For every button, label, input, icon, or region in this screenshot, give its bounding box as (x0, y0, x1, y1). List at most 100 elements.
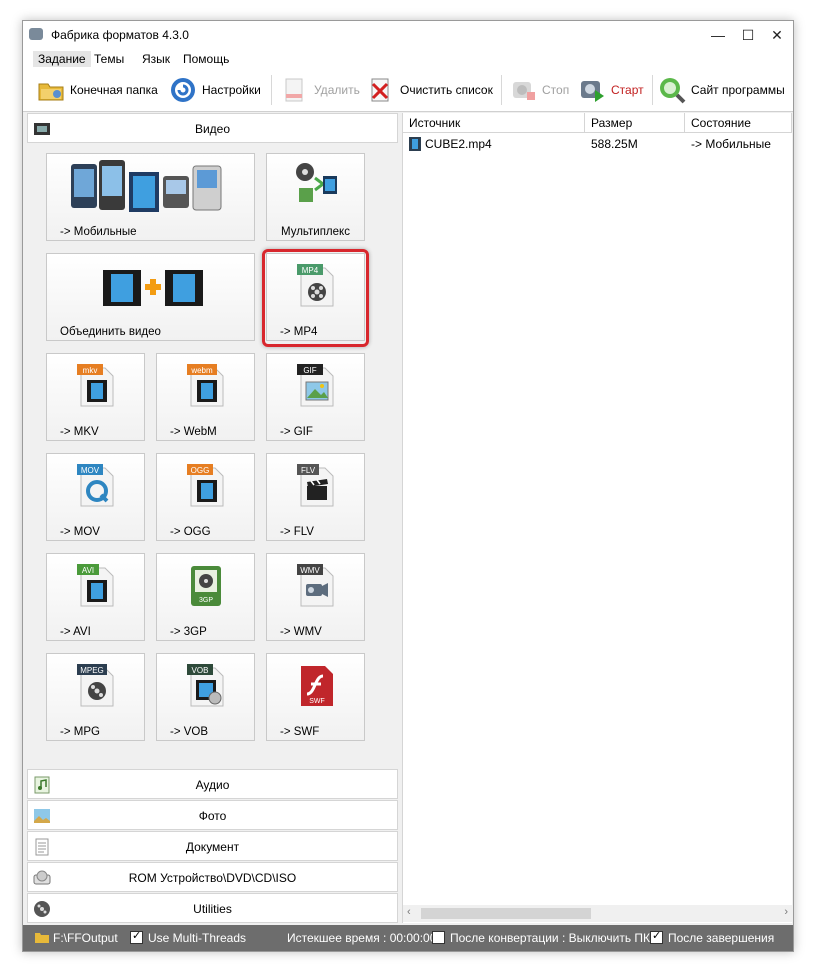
tile-mobile[interactable]: -> Мобильные (46, 153, 255, 241)
tile-mpg-label: -> MPG (60, 726, 100, 738)
3gp-badge: 3GP (199, 597, 213, 604)
maximize-button[interactable]: ☐ (733, 21, 763, 49)
tile-gif-label: -> GIF (280, 426, 313, 438)
file-list-panel: Источник Размер Состояние CUBE2.mp4 588.… (402, 113, 792, 923)
output-folder-label: Конечная папка (70, 83, 158, 97)
minimize-button[interactable]: — (703, 21, 733, 49)
window-title: Фабрика форматов 4.3.0 (51, 28, 189, 42)
wmv-badge: WMV (300, 566, 320, 575)
tile-join-video-label: Объединить видео (60, 326, 161, 338)
gif-file-icon: GIF (297, 364, 334, 407)
tile-webm[interactable]: webm -> WebM (156, 353, 255, 441)
tile-avi[interactable]: AVI -> AVI (46, 553, 145, 641)
category-photo-label: Фото (198, 809, 227, 823)
toolbar: Конечная папка Настройки Удалить Очистит… (23, 69, 793, 112)
tile-wmv-label: -> WMV (280, 626, 322, 638)
category-rom[interactable]: ROM Устройство\DVD\CD\ISO (27, 862, 398, 892)
folder-icon (35, 933, 49, 943)
tile-mov-label: -> MOV (60, 526, 100, 538)
file-status: -> Мобильные (691, 137, 771, 151)
category-utilities-label: Utilities (193, 902, 232, 916)
mobile-devices-icon (71, 160, 222, 212)
flv-file-icon: FLV (297, 464, 334, 507)
delete-label: Удалить (314, 83, 360, 97)
tile-mobile-label: -> Мобильные (60, 226, 137, 238)
webm-file-icon: webm (187, 364, 224, 407)
after-finish-checkbox[interactable]: После завершения (650, 929, 774, 945)
elapsed-time: Истекшее время : 00:00:00 (287, 931, 437, 945)
output-path[interactable]: F:\FFOutput (53, 931, 118, 945)
horizontal-scrollbar[interactable]: ‹ › (403, 905, 792, 922)
start-button[interactable]: Старт (578, 74, 648, 106)
tile-mov[interactable]: MOV -> MOV (46, 453, 145, 541)
settings-button[interactable]: Настройки (169, 74, 264, 106)
close-button[interactable]: ✕ (762, 21, 792, 49)
tile-wmv[interactable]: WMV -> WMV (266, 553, 365, 641)
stop-label: Стоп (542, 83, 570, 97)
start-label: Старт (611, 83, 644, 97)
category-audio[interactable]: Аудио (27, 769, 398, 799)
mkv-file-icon: mkv (77, 364, 114, 407)
column-status[interactable]: Состояние (685, 113, 792, 133)
app-icon (29, 28, 43, 40)
settings-label: Настройки (202, 83, 261, 97)
website-icon (660, 78, 686, 104)
file-size: 588.25M (591, 137, 638, 151)
column-size[interactable]: Размер (585, 113, 685, 133)
status-bar: F:\FFOutput Use Multi-Threads Истекшее в… (23, 925, 793, 951)
clear-list-label: Очистить список (400, 83, 493, 97)
tile-swf[interactable]: SWF -> SWF (266, 653, 365, 741)
tile-flv[interactable]: FLV -> FLV (266, 453, 365, 541)
category-document-label: Документ (185, 840, 240, 854)
category-video[interactable]: Видео (27, 113, 398, 143)
output-folder-button[interactable]: Конечная папка (37, 74, 167, 106)
folder-icon (38, 83, 64, 101)
menu-themes[interactable]: Темы (89, 51, 129, 67)
avi-badge: AVI (82, 566, 94, 575)
tile-gif[interactable]: GIF -> GIF (266, 353, 365, 441)
tile-3gp-label: -> 3GP (170, 626, 207, 638)
app-window: Фабрика форматов 4.3.0 — ☐ ✕ Задание Тем… (22, 20, 794, 952)
mpg-badge: MPEG (80, 666, 104, 675)
tile-mkv-label: -> MKV (60, 426, 99, 438)
tile-webm-label: -> WebM (170, 426, 217, 438)
scroll-thumb[interactable] (421, 908, 591, 919)
after-convert-checkbox[interactable]: После конвертации : Выключить ПК (432, 931, 650, 945)
video-format-grid: -> Мобильные Мультиплекс Объединить виде… (27, 145, 398, 765)
mpg-file-icon: MPEG (77, 664, 114, 707)
tile-multiplex[interactable]: Мультиплекс (266, 153, 365, 241)
column-source[interactable]: Источник (403, 113, 585, 133)
gif-badge: GIF (303, 366, 316, 375)
menu-help[interactable]: Помощь (178, 51, 234, 67)
settings-icon (171, 78, 195, 102)
clear-list-icon (371, 78, 389, 102)
tile-vob-label: -> VOB (170, 726, 209, 738)
tile-vob[interactable]: VOB -> VOB (156, 653, 255, 741)
tile-multiplex-label: Мультиплекс (281, 226, 350, 238)
tile-mkv[interactable]: mkv -> MKV (46, 353, 145, 441)
website-button[interactable]: Сайт программы (658, 74, 790, 106)
mov-file-icon: MOV (77, 464, 114, 507)
category-utilities[interactable]: Utilities (27, 893, 398, 923)
scroll-left-icon[interactable]: ‹ (407, 906, 411, 918)
multithreads-checkbox[interactable]: Use Multi-Threads (130, 929, 247, 945)
flv-badge: FLV (301, 466, 316, 475)
clear-list-button[interactable]: Очистить список (367, 74, 497, 106)
tile-mpg[interactable]: MPEG -> MPG (46, 653, 145, 741)
title-bar: Фабрика форматов 4.3.0 — ☐ ✕ (23, 21, 793, 49)
tile-join-video[interactable]: Объединить видео (46, 253, 255, 341)
multithreads-label: Use Multi-Threads (148, 931, 247, 945)
menu-language[interactable]: Язык (137, 51, 175, 67)
category-photo[interactable]: Фото (27, 800, 398, 830)
delete-button[interactable]: Удалить (281, 74, 361, 106)
tile-ogg[interactable]: OGG -> OGG (156, 453, 255, 541)
swf-file-icon: SWF (301, 666, 333, 706)
menu-task[interactable]: Задание (33, 51, 91, 67)
tile-3gp[interactable]: 3GP -> 3GP (156, 553, 255, 641)
tile-flv-label: -> FLV (280, 526, 314, 538)
checkbox-unchecked-icon (432, 931, 445, 944)
stop-button[interactable]: Стоп (509, 74, 571, 106)
category-document[interactable]: Документ (27, 831, 398, 861)
scroll-right-icon[interactable]: › (784, 906, 788, 918)
file-source: CUBE2.mp4 (425, 137, 492, 151)
